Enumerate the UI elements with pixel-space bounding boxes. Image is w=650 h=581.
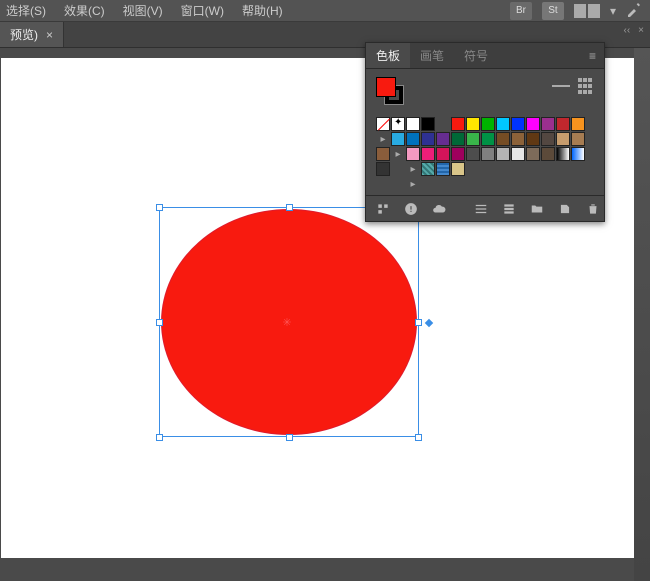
collapse-panel-icon[interactable]: ‹‹ xyxy=(623,25,630,36)
new-swatch-icon[interactable] xyxy=(558,201,572,217)
tab-symbols[interactable]: 符号 xyxy=(454,43,498,68)
document-tab[interactable]: 预览) × xyxy=(0,22,64,47)
swatch[interactable] xyxy=(511,147,525,161)
swatch[interactable] xyxy=(526,132,540,146)
panel-body: ▸▸▸▸ xyxy=(366,69,604,195)
menu-help[interactable]: 帮助(H) xyxy=(242,2,283,19)
swatch[interactable] xyxy=(421,147,435,161)
swatch[interactable] xyxy=(406,117,420,131)
swatch[interactable] xyxy=(451,117,465,131)
center-point-icon: ✳ xyxy=(281,317,293,329)
swatch-options-icon[interactable] xyxy=(474,201,488,217)
row-expand-icon[interactable]: ▸ xyxy=(406,162,420,176)
view-toggles xyxy=(552,77,594,95)
swatch-grid: ▸▸▸▸ xyxy=(376,117,594,191)
row-expand-icon[interactable]: ▸ xyxy=(376,132,390,146)
swatch[interactable] xyxy=(466,132,480,146)
swatch[interactable] xyxy=(556,147,570,161)
tab-brushes[interactable]: 画笔 xyxy=(410,43,454,68)
swatch[interactable] xyxy=(391,132,405,146)
swatch[interactable] xyxy=(541,147,555,161)
stock-button[interactable]: St xyxy=(542,2,564,20)
menubar: 选择(S) 效果(C) 视图(V) 窗口(W) 帮助(H) Br St ▾ xyxy=(0,0,650,22)
swatch[interactable] xyxy=(511,132,525,146)
folder-icon[interactable] xyxy=(530,201,544,217)
color-group-icon[interactable] xyxy=(502,201,516,217)
menu-view[interactable]: 视图(V) xyxy=(123,2,163,19)
swatch-libraries-icon[interactable] xyxy=(376,201,390,217)
resize-handle-rm[interactable] xyxy=(415,319,422,326)
swatch[interactable] xyxy=(376,147,390,161)
swatch[interactable] xyxy=(571,132,585,146)
swatch[interactable] xyxy=(481,147,495,161)
close-icon[interactable]: × xyxy=(46,28,53,42)
show-swatch-kinds-icon[interactable] xyxy=(404,201,418,217)
resize-handle-bl[interactable] xyxy=(156,434,163,441)
swatch[interactable] xyxy=(436,162,450,176)
resize-handle-br[interactable] xyxy=(415,434,422,441)
resize-handle-tm[interactable] xyxy=(286,204,293,211)
workspace-switcher[interactable] xyxy=(574,4,600,18)
swatches-panel[interactable]: 色板 画笔 符号 ≡ ▸▸▸▸ xyxy=(365,42,605,222)
panel-window-controls: ‹‹ × xyxy=(623,25,644,36)
swatch[interactable] xyxy=(421,162,435,176)
swatch[interactable] xyxy=(526,147,540,161)
swatch[interactable] xyxy=(466,147,480,161)
fill-swatch[interactable] xyxy=(376,77,396,97)
swatch[interactable] xyxy=(466,117,480,131)
panel-tabs: 色板 画笔 符号 ≡ xyxy=(366,43,604,69)
swatch[interactable] xyxy=(391,117,405,131)
swatch[interactable] xyxy=(436,147,450,161)
swatch[interactable] xyxy=(496,147,510,161)
tab-swatches[interactable]: 色板 xyxy=(366,43,410,68)
swatch[interactable] xyxy=(451,132,465,146)
swatch[interactable] xyxy=(496,117,510,131)
swatch[interactable] xyxy=(376,162,390,176)
trash-icon[interactable] xyxy=(586,201,600,217)
right-gutter xyxy=(634,48,650,581)
panel-footer xyxy=(366,195,604,221)
document-tab-title: 预览) xyxy=(10,26,38,43)
swatch[interactable] xyxy=(496,132,510,146)
fill-stroke-proxy[interactable] xyxy=(376,77,406,107)
chevron-down-icon[interactable]: ▾ xyxy=(610,4,616,18)
swatch[interactable] xyxy=(406,132,420,146)
swatch[interactable] xyxy=(571,117,585,131)
grid-view-icon[interactable] xyxy=(576,77,594,95)
swatch[interactable] xyxy=(571,147,585,161)
swatch[interactable] xyxy=(421,132,435,146)
swatch[interactable] xyxy=(556,132,570,146)
swatch[interactable] xyxy=(421,117,435,131)
row-expand-icon[interactable]: ▸ xyxy=(406,177,420,191)
close-panel-icon[interactable]: × xyxy=(638,25,644,36)
swatch[interactable] xyxy=(481,117,495,131)
menu-window[interactable]: 窗口(W) xyxy=(181,2,224,19)
resize-handle-lm[interactable] xyxy=(156,319,163,326)
menu-select[interactable]: 选择(S) xyxy=(6,2,46,19)
bridge-button[interactable]: Br xyxy=(510,2,532,20)
swatch[interactable] xyxy=(376,117,390,131)
feather-icon[interactable] xyxy=(626,1,642,20)
swatch[interactable] xyxy=(436,132,450,146)
cloud-icon[interactable] xyxy=(432,201,446,217)
swatch[interactable] xyxy=(541,117,555,131)
fill-stroke-row xyxy=(376,77,594,107)
menubar-right-group: Br St ▾ xyxy=(510,1,650,20)
swatch[interactable] xyxy=(406,147,420,161)
resize-handle-bm[interactable] xyxy=(286,434,293,441)
panel-flyout-menu-icon[interactable]: ≡ xyxy=(589,49,604,63)
swatch[interactable] xyxy=(526,117,540,131)
swatch[interactable] xyxy=(511,117,525,131)
swatch[interactable] xyxy=(451,162,465,176)
menu-effect[interactable]: 效果(C) xyxy=(64,2,105,19)
swatch[interactable] xyxy=(451,147,465,161)
list-view-icon[interactable] xyxy=(552,77,570,95)
swatch[interactable] xyxy=(541,132,555,146)
resize-handle-tl[interactable] xyxy=(156,204,163,211)
row-expand-icon[interactable]: ▸ xyxy=(391,147,405,161)
swatch[interactable] xyxy=(481,132,495,146)
swatch[interactable] xyxy=(556,117,570,131)
